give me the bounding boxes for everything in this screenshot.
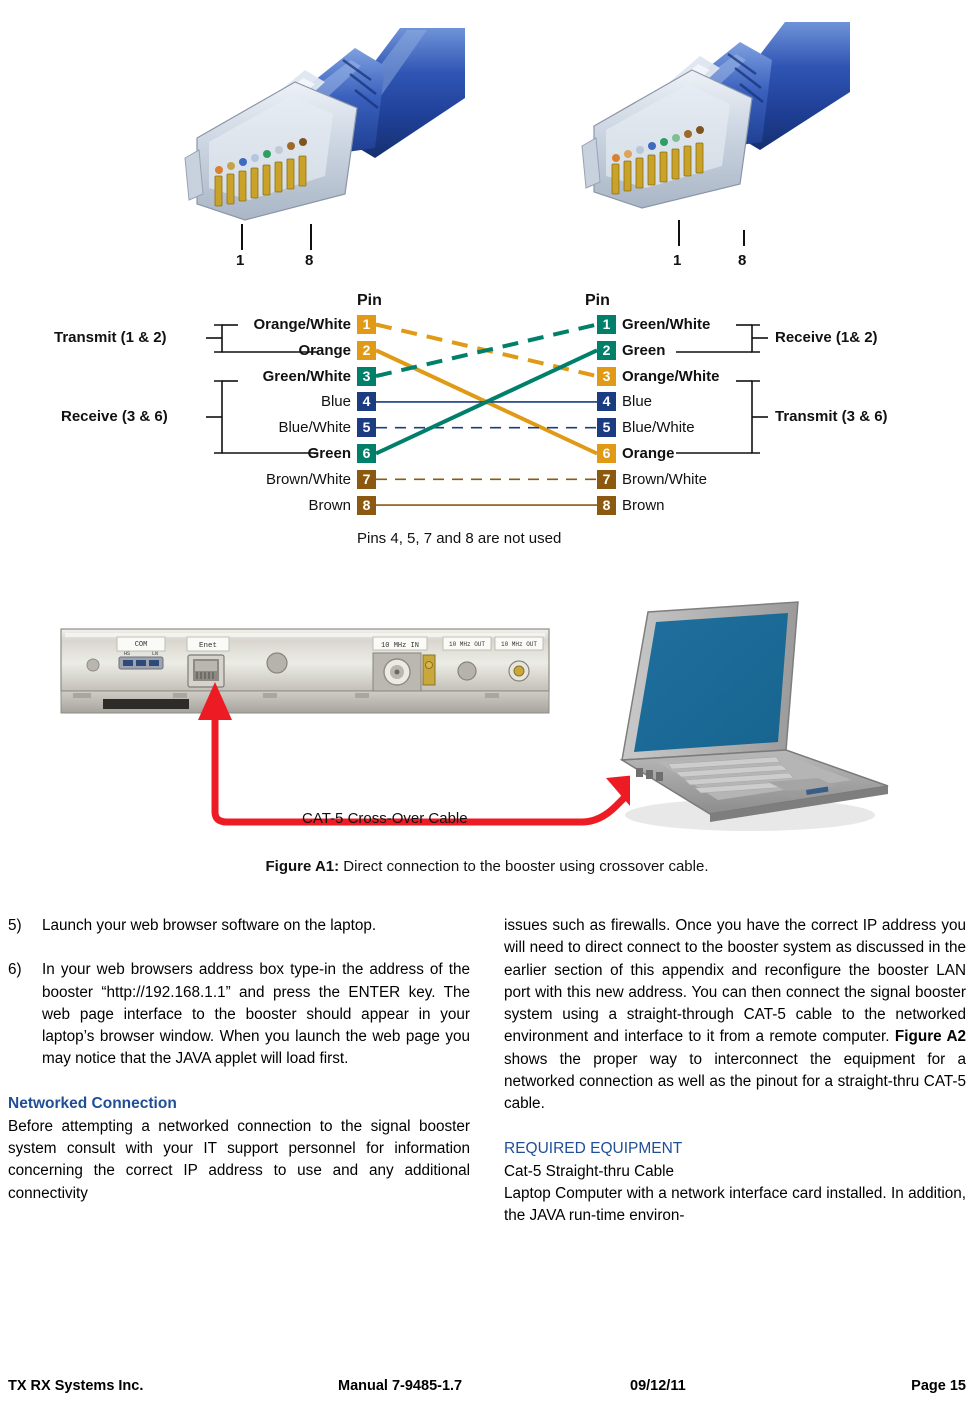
cable-type-label: CAT-5 Cross-Over Cable [302,810,468,827]
rj45-connector-left-image [184,28,465,221]
pin-lead-1 [678,220,680,246]
svg-text:10 MHz OUT: 10 MHz OUT [449,641,485,648]
laptop-illustration [619,601,889,831]
list-marker-6: 6) [8,961,22,979]
networked-connection-continued: issues such as firewalls. Once you have … [504,915,966,1116]
group-label-left-transmit: Transmit (1 & 2) [54,329,167,346]
pin-lead-8 [743,230,745,246]
rj45-connector-right-image [581,22,850,209]
group-label-right-transmit: Transmit (3 & 6) [775,408,888,425]
networked-connection-paragraph: Before attempting a networked connection… [8,1117,470,1202]
svg-text:10 MHz OUT: 10 MHz OUT [501,641,537,648]
list-marker-5: 5) [8,917,22,934]
cable-pinout-diagram: Pin Pin 1 Orange/White 2 Orange 3 Green/White… [0,290,974,560]
svg-text:HS: HS [124,651,130,657]
paragraph-part-2: shows the proper way to interconnect the… [504,1050,966,1113]
svg-text:Enet: Enet [199,642,217,650]
page-footer: TX RX Systems Inc. Manual 7-9485-1.7 09/… [0,1378,974,1398]
equipment-item-laptop: Laptop Computer with a network interface… [504,1184,966,1225]
footer-page: Page 15 [911,1378,966,1394]
list-text-5: Launch your web browser software on the … [42,917,377,934]
figure-caption: Figure A1: Direct connection to the boos… [0,858,974,875]
figure-a2-reference: Figure A2 [894,1028,966,1046]
footer-date: 09/12/11 [630,1378,686,1394]
connector-photos: 1 8 1 8 [0,0,974,290]
equipment-item-cable: Cat-5 Straight-thru Cable [504,1162,675,1180]
rj45-connector-right: 1 8 [560,8,850,268]
networked-connection-heading: Networked Connection [8,1094,177,1112]
arrow-head-booster [198,682,232,720]
list-item-6: 6) In your web browsers address box type… [8,959,470,1070]
list-text-6: In your web browsers address box type-in… [42,961,470,1068]
connector-right-pin-last: 8 [738,252,747,269]
figure-caption-text: Direct connection to the booster using c… [343,858,709,875]
rj45-connector-left: 1 8 [175,8,465,268]
connector-right-pin-first: 1 [673,252,682,269]
pin-lead-1 [241,224,243,250]
connector-left-pin-last: 8 [305,252,314,269]
required-equipment-heading: REQUIRED EQUIPMENT [504,1139,683,1157]
footer-company: TX RX Systems Inc. [8,1378,144,1394]
footer-manual: Manual 7-9485-1.7 [338,1378,463,1394]
svg-text:COM: COM [135,641,148,649]
connector-left-pin-first: 1 [236,252,245,269]
pins-not-used-note: Pins 4, 5, 7 and 8 are not used [357,530,562,547]
figure-caption-prefix: Figure A1: [265,858,340,875]
svg-text:10 MHz IN: 10 MHz IN [381,642,419,650]
svg-text:LN: LN [152,651,158,657]
connection-figure: COM HS LN Enet 10 MHz IN 10 MHz OUT 10 M… [0,590,974,890]
paragraph-part-1: issues such as firewalls. Once you have … [504,917,966,1046]
right-text-column: issues such as firewalls. Once you have … [504,915,966,1228]
list-item-5: 5) Launch your web browser software on t… [8,915,470,937]
group-label-left-receive: Receive (3 & 6) [61,408,168,425]
left-text-column: 5) Launch your web browser software on t… [8,915,470,1205]
pin-lead-8 [310,224,312,250]
group-label-right-receive: Receive (1& 2) [775,329,878,346]
